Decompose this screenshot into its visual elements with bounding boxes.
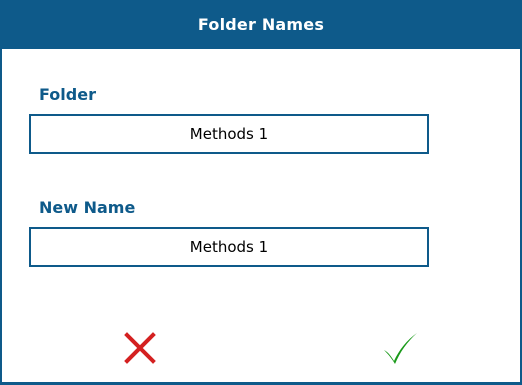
- folder-field[interactable]: Methods 1: [29, 114, 429, 154]
- folder-value: Methods 1: [189, 125, 269, 143]
- title-bar: Folder Names: [0, 0, 522, 49]
- x-icon: [124, 332, 156, 364]
- dialog-title: Folder Names: [197, 15, 325, 34]
- new-name-field[interactable]: Methods 1: [29, 227, 429, 267]
- checkmark-icon: [384, 333, 417, 364]
- folder-names-dialog: Folder Names Folder Methods 1 New Name M…: [0, 0, 522, 385]
- confirm-button[interactable]: [380, 328, 420, 368]
- new-name-value: Methods 1: [189, 238, 269, 256]
- new-name-label: New Name: [39, 198, 136, 217]
- folder-label: Folder: [39, 85, 96, 104]
- cancel-button[interactable]: [120, 328, 160, 368]
